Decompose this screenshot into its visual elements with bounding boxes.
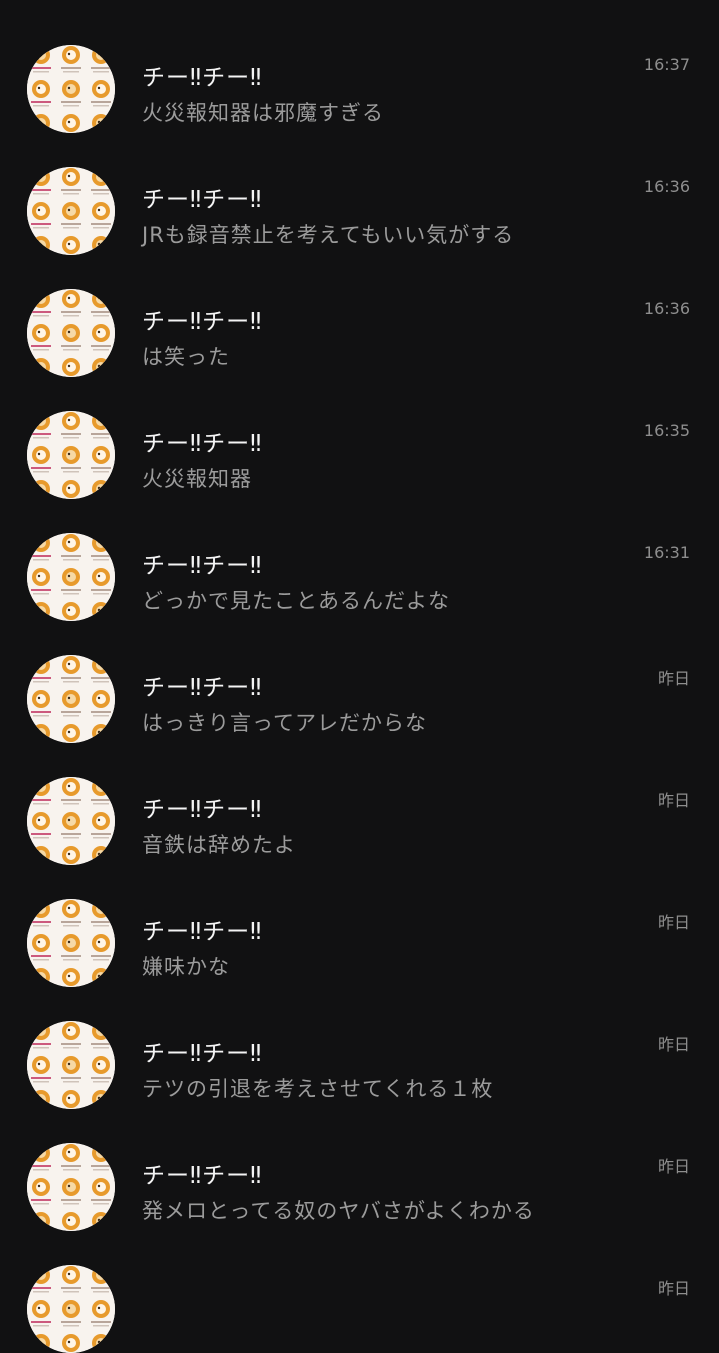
sticker-collage-avatar-icon <box>27 167 115 255</box>
chat-timestamp: 昨日 <box>657 791 690 810</box>
chat-name: チー‼チー‼ <box>142 65 263 91</box>
chat-name: チー‼チー‼ <box>142 187 263 213</box>
chat-row[interactable]: チー‼チー‼ 発メロとってる奴のヤバさがよくわかる 昨日 <box>0 1098 719 1231</box>
chat-name: チー‼チー‼ <box>142 797 263 823</box>
chat-name: チー‼チー‼ <box>142 431 263 457</box>
chat-row[interactable]: チー‼チー‼ 嫌味かな 昨日 <box>0 854 719 987</box>
avatar[interactable] <box>27 167 115 255</box>
chat-timestamp: 昨日 <box>657 1279 690 1298</box>
sticker-collage-avatar-icon <box>27 45 115 133</box>
chat-timestamp: 昨日 <box>657 669 690 688</box>
chat-name: チー‼チー‼ <box>142 675 263 701</box>
chat-name: チー‼チー‼ <box>142 1163 263 1189</box>
chat-row[interactable]: チー‼チー‼ テツの引退を考えさせてくれる１枚 昨日 <box>0 976 719 1109</box>
chat-row[interactable]: チー‼チー‼ 音鉄は辞めたよ 昨日 <box>0 732 719 865</box>
avatar[interactable] <box>27 899 115 987</box>
chat-row[interactable]: チー‼チー‼ は笑った 16:36 <box>0 244 719 377</box>
chat-timestamp: 16:36 <box>643 299 690 318</box>
avatar[interactable] <box>27 533 115 621</box>
sticker-collage-avatar-icon <box>27 1143 115 1231</box>
avatar[interactable] <box>27 1143 115 1231</box>
avatar[interactable] <box>27 45 115 133</box>
chat-row[interactable]: チー‼チー‼ 火災報知器は邪魔すぎる 16:37 <box>0 0 719 133</box>
sticker-collage-avatar-icon <box>27 1021 115 1109</box>
avatar[interactable] <box>27 777 115 865</box>
sticker-collage-avatar-icon <box>27 655 115 743</box>
sticker-collage-avatar-icon <box>27 289 115 377</box>
chat-timestamp: 16:37 <box>643 55 690 74</box>
chat-row[interactable]: チー‼チー‼ はっきり言ってアレだからな 昨日 <box>0 610 719 743</box>
chat-row[interactable]: チー‼チー‼ JRも録音禁止を考えてもいい気がする 16:36 <box>0 122 719 255</box>
chat-timestamp: 昨日 <box>657 1035 690 1054</box>
avatar[interactable] <box>27 411 115 499</box>
sticker-collage-avatar-icon <box>27 533 115 621</box>
chat-timestamp: 16:36 <box>643 177 690 196</box>
sticker-collage-avatar-icon <box>27 777 115 865</box>
chat-name: チー‼チー‼ <box>142 553 263 579</box>
sticker-collage-avatar-icon <box>27 411 115 499</box>
sticker-collage-avatar-icon <box>27 1265 115 1353</box>
chat-timestamp: 昨日 <box>657 913 690 932</box>
chat-name: チー‼チー‼ <box>142 1041 263 1067</box>
avatar[interactable] <box>27 655 115 743</box>
chat-timestamp: 16:31 <box>643 543 690 562</box>
chat-name: チー‼チー‼ <box>142 309 263 335</box>
chat-timestamp: 16:35 <box>643 421 690 440</box>
chat-name: チー‼チー‼ <box>142 919 263 945</box>
chat-row[interactable]: チー‼チー‼ どっかで見たことあるんだよな 16:31 <box>0 488 719 621</box>
chat-timestamp: 昨日 <box>657 1157 690 1176</box>
avatar[interactable] <box>27 1021 115 1109</box>
sticker-collage-avatar-icon <box>27 899 115 987</box>
chat-row[interactable]: 昨日 <box>0 1220 719 1353</box>
avatar[interactable] <box>27 1265 115 1353</box>
chat-row[interactable]: チー‼チー‼ 火災報知器 16:35 <box>0 366 719 499</box>
avatar[interactable] <box>27 289 115 377</box>
